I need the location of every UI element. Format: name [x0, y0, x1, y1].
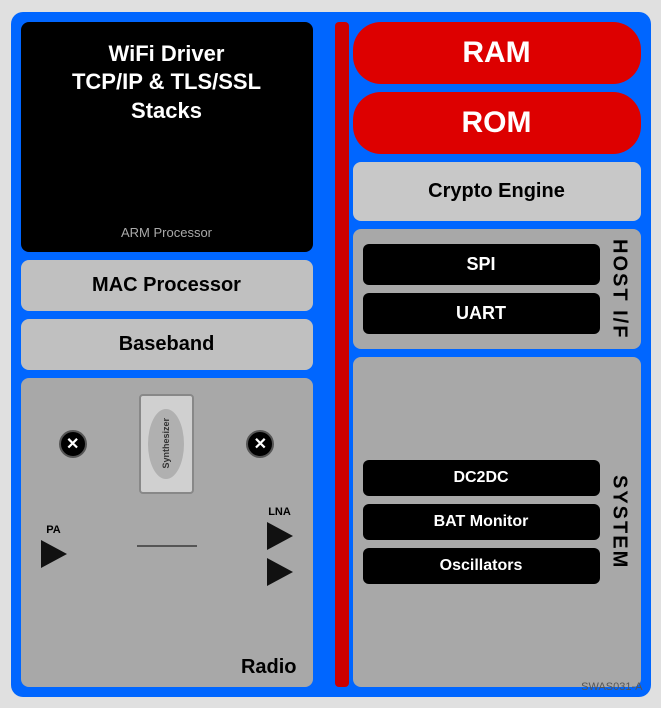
bat-monitor-item: BAT Monitor: [363, 504, 600, 540]
mixer-right-icon: ✕: [246, 430, 274, 458]
ram-label: RAM: [462, 36, 530, 70]
baseband-label: Baseband: [119, 333, 215, 356]
spi-label: SPI: [466, 254, 495, 275]
mac-processor-label: MAC Processor: [92, 274, 241, 297]
lna-col: LNA: [267, 506, 293, 586]
stacks-title: Stacks: [37, 97, 297, 126]
mac-processor-block: MAC Processor: [21, 260, 313, 311]
host-items: SPI UART: [363, 244, 600, 334]
spi-item: SPI: [363, 244, 600, 285]
ram-block: RAM: [353, 22, 641, 84]
rom-block: ROM: [353, 92, 641, 154]
right-column: RAM ROM Crypto Engine SPI UART: [353, 22, 641, 687]
connector-line: [137, 545, 197, 547]
bat-monitor-label: BAT Monitor: [434, 513, 529, 531]
uart-item: UART: [363, 293, 600, 334]
uart-label: UART: [456, 303, 506, 324]
oscillators-label: Oscillators: [440, 557, 523, 575]
radio-inner: ✕ Synthesizer ✕ PA: [29, 386, 305, 594]
tcpip-title: TCP/IP & TLS/SSL: [37, 68, 297, 97]
arm-processor-label: ARM Processor: [37, 225, 297, 240]
arm-block: WiFi Driver TCP/IP & TLS/SSL Stacks ARM …: [21, 22, 313, 252]
dc2dc-item: DC2DC: [363, 460, 600, 496]
watermark: SWAS031-A: [581, 681, 642, 693]
lna-label: LNA: [268, 506, 291, 518]
system-title: SYSTEM: [608, 475, 631, 569]
lna-triangle-icon: [267, 522, 293, 550]
pa-col: PA: [41, 524, 67, 568]
pa-label: PA: [46, 524, 60, 536]
host-if-block: SPI UART HOST I/F: [353, 229, 641, 349]
baseband-block: Baseband: [21, 319, 313, 370]
radio-top-row: ✕ Synthesizer ✕: [33, 394, 301, 494]
mixer-left-icon: ✕: [59, 430, 87, 458]
crypto-engine-label: Crypto Engine: [428, 180, 565, 203]
dc2dc-label: DC2DC: [453, 469, 508, 487]
radio-label: Radio: [241, 656, 297, 679]
oscillators-item: Oscillators: [363, 548, 600, 584]
crypto-engine-block: Crypto Engine: [353, 162, 641, 221]
left-column: WiFi Driver TCP/IP & TLS/SSL Stacks ARM …: [21, 22, 331, 687]
vertical-separator: [335, 22, 349, 687]
synthesizer-inner: Synthesizer: [148, 409, 184, 479]
pa-triangle-icon: [41, 540, 67, 568]
main-diagram: WiFi Driver TCP/IP & TLS/SSL Stacks ARM …: [11, 12, 651, 697]
synthesizer-block: Synthesizer: [139, 394, 194, 494]
lna-triangle2-icon: [267, 558, 293, 586]
synthesizer-label: Synthesizer: [161, 418, 171, 469]
system-block: DC2DC BAT Monitor Oscillators SYSTEM: [353, 357, 641, 687]
rom-label: ROM: [462, 106, 532, 140]
radio-block: ✕ Synthesizer ✕ PA: [21, 378, 313, 687]
host-if-title: HOST I/F: [608, 239, 631, 339]
wifi-driver-title: WiFi Driver: [37, 40, 297, 69]
system-items: DC2DC BAT Monitor Oscillators: [363, 460, 600, 584]
